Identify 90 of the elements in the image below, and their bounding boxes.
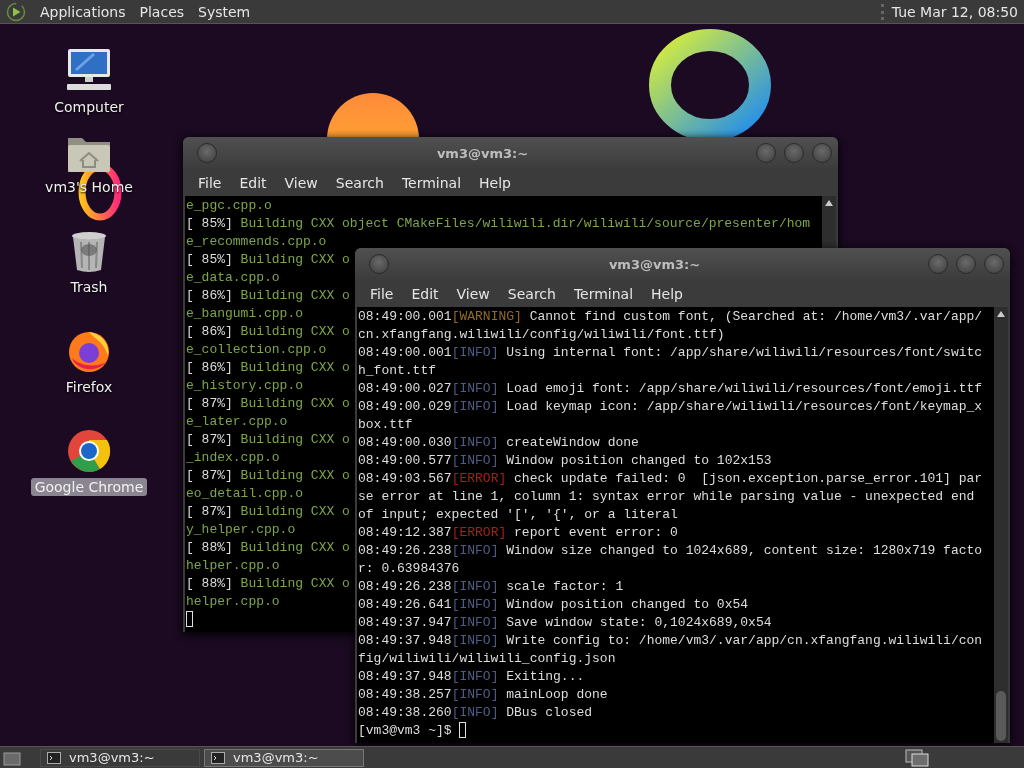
scrollbar[interactable] bbox=[994, 307, 1008, 743]
scroll-up-icon[interactable] bbox=[997, 311, 1005, 317]
menu-item[interactable]: Help bbox=[470, 172, 520, 193]
terminal-line: e_later.cpp.o bbox=[186, 413, 288, 431]
terminal-line: box.ttf bbox=[358, 416, 413, 434]
terminal-line: [ 85%] Building CXX object CMakeFiles/wiliwili.dir/wiliwili/source/presenter/hom bbox=[186, 215, 811, 233]
window-control-button[interactable] bbox=[784, 143, 804, 163]
terminal-line: e_pgc.cpp.o bbox=[186, 197, 272, 215]
terminal-line: e_data.cpp.o bbox=[186, 269, 280, 287]
terminal-line: 08:49:00.027[INFO] Load emoji font: /app/share/wiliwili/resources/font/emoji.ttf bbox=[358, 380, 983, 398]
terminal-line: eo_detail.cpp.o bbox=[186, 485, 304, 503]
menu-item[interactable]: Edit bbox=[230, 172, 276, 193]
terminal-line: 08:49:00.577[INFO] Window position changed to 102x153 bbox=[358, 452, 772, 470]
scrollbar-thumb[interactable] bbox=[996, 691, 1006, 741]
terminal-line: 08:49:37.947[INFO] Save window state: 0,1024x689,0x54 bbox=[358, 614, 772, 632]
terminal-line: 08:49:00.029[INFO] Load keymap icon: /app/share/wiliwili/resources/font/keymap_x bbox=[358, 398, 983, 416]
window-control-button[interactable] bbox=[812, 143, 832, 163]
menu-item[interactable]: Search bbox=[498, 283, 565, 304]
text-cursor bbox=[459, 722, 467, 738]
menu-item[interactable]: Terminal bbox=[392, 172, 471, 193]
window-title: vm3@vm3:~ bbox=[607, 256, 702, 272]
menu-item[interactable]: View bbox=[447, 283, 499, 304]
terminal-line: [ 87%] Building CXX o bbox=[186, 395, 350, 413]
window-control-button[interactable] bbox=[928, 254, 948, 274]
terminal-line: [ 86%] Building CXX o bbox=[186, 287, 350, 305]
terminal-line: h_font.ttf bbox=[358, 362, 436, 380]
terminal-line: cn.xfangfang.wiliwili/config/wiliwili/font.ttf) bbox=[358, 326, 725, 344]
menu-item[interactable]: View bbox=[275, 172, 327, 193]
clock[interactable]: Tue Mar 12, 08:50 bbox=[880, 3, 1018, 20]
window-menu-button[interactable] bbox=[197, 143, 217, 163]
terminal-line: [ 87%] Building CXX o bbox=[186, 431, 350, 449]
terminal-line: [ 87%] Building CXX o bbox=[186, 503, 350, 521]
menu-item[interactable]: File bbox=[361, 283, 403, 304]
scroll-up-icon[interactable] bbox=[825, 200, 833, 206]
terminal-icon bbox=[47, 751, 61, 764]
terminal-icon bbox=[211, 751, 225, 764]
terminal-line: [ 88%] Building CXX o bbox=[186, 575, 350, 593]
terminal-line: [ 87%] Building CXX o bbox=[186, 467, 350, 485]
terminal-line: 08:49:37.948[INFO] Write config to: /home/vm3/.var/app/cn.xfangfang.wiliwili/con bbox=[358, 632, 983, 650]
icon-label[interactable]: Computer bbox=[50, 98, 128, 116]
window-control-button[interactable] bbox=[756, 143, 776, 163]
terminal-line: 08:49:37.948[INFO] Exiting... bbox=[358, 668, 585, 686]
panel-menu[interactable]: Places bbox=[139, 3, 185, 20]
panel-menu[interactable]: System bbox=[198, 3, 251, 20]
terminal-line: e_collection.cpp.o bbox=[186, 341, 327, 359]
terminal-line: 08:49:00.001[INFO] Using internal font: /app/share/wiliwili/resources/font/switc bbox=[358, 344, 983, 362]
terminal-line: _index.cpp.o bbox=[186, 449, 280, 467]
terminal-line: helper.cpp.o bbox=[186, 593, 280, 611]
terminal-line: [ 86%] Building CXX o bbox=[186, 323, 350, 341]
terminal-line: se error at line 1, column 1: syntax error while parsing value - unexpected end bbox=[358, 488, 975, 506]
terminal-line: [ 86%] Building CXX o bbox=[186, 359, 350, 377]
terminal-line: r: 0.63984376 bbox=[358, 560, 460, 578]
menu-item[interactable]: Edit bbox=[402, 283, 448, 304]
play-icon[interactable] bbox=[6, 1, 26, 22]
terminal-line: 08:49:03.567[ERROR] check update failed: 0 [json.exception.parse_error.101] par bbox=[358, 470, 983, 488]
terminal-line: 08:49:26.641[INFO] Window position changed to 0x54 bbox=[358, 596, 749, 614]
terminal-line: 08:49:38.260[INFO] DBus closed bbox=[358, 704, 593, 722]
menu-item[interactable]: File bbox=[189, 172, 231, 193]
terminal-line: 08:49:00.030[INFO] createWindow done bbox=[358, 434, 639, 452]
terminal-line: fig/wiliwili/wiliwili_config.json bbox=[358, 650, 616, 668]
terminal-line: 08:49:26.238[INFO] scale factor: 1 bbox=[358, 578, 624, 596]
terminal-line: [ 88%] Building CXX o bbox=[186, 539, 350, 557]
terminal-line: e_history.cpp.o bbox=[186, 377, 304, 395]
taskbar-button[interactable]: vm3@vm3:~ bbox=[204, 748, 364, 767]
terminal-line: e_recommends.cpp.o bbox=[186, 233, 327, 251]
trash-icon bbox=[69, 230, 109, 274]
menu-item[interactable]: Terminal bbox=[564, 283, 643, 304]
icon-label[interactable]: Firefox bbox=[61, 378, 117, 396]
menu-item[interactable]: Search bbox=[326, 172, 393, 193]
terminal-line: 08:49:26.238[INFO] Window size changed to 1024x689, content size: 1280x719 facto bbox=[358, 542, 983, 560]
terminal-line: 08:49:38.257[INFO] mainLoop done bbox=[358, 686, 608, 704]
browser-icon bbox=[66, 428, 112, 474]
terminal-line: 08:49:12.387[ERROR] report event error: 0 bbox=[358, 524, 678, 542]
terminal-line: e_bangumi.cpp.o bbox=[186, 305, 304, 323]
terminal-line: helper.cpp.o bbox=[186, 557, 280, 575]
panel-menu[interactable]: Applications bbox=[40, 3, 126, 20]
window-control-button[interactable] bbox=[956, 254, 976, 274]
taskbar-button[interactable]: vm3@vm3:~ bbox=[40, 748, 200, 767]
window-title: vm3@vm3:~ bbox=[435, 145, 530, 161]
workspace-switcher-icon[interactable] bbox=[904, 747, 932, 768]
terminal-line: [vm3@vm3 ~]$ bbox=[358, 722, 467, 740]
icon-label[interactable]: Trash bbox=[66, 278, 112, 296]
window-menu-button[interactable] bbox=[369, 254, 389, 274]
terminal-line: of input; expected '[', '{', or a literal bbox=[358, 506, 678, 524]
menu-item[interactable]: Help bbox=[642, 283, 692, 304]
text-cursor bbox=[186, 611, 193, 627]
window-control-button[interactable] bbox=[984, 254, 1004, 274]
terminal-line: y_helper.cpp.o bbox=[186, 521, 296, 539]
terminal-line: [ 85%] Building CXX o bbox=[186, 251, 350, 269]
terminal-line: 08:49:00.001[WARNING] Cannot find custom font, (Searched at: /home/vm3/.var/app/ bbox=[358, 308, 983, 326]
